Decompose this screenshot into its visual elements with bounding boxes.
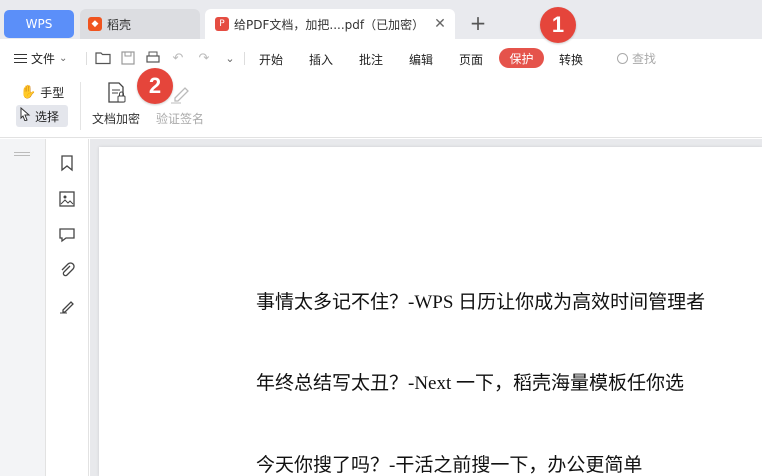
doc-encrypt-icon	[103, 80, 129, 106]
print-icon[interactable]	[145, 50, 161, 66]
divider	[80, 82, 81, 130]
hamburger-icon	[14, 51, 27, 66]
cursor-icon	[20, 106, 31, 125]
pdf-icon: P	[215, 17, 229, 31]
wps-pdf-window: WPS ◆ 稻壳 P 给PDF文档，加把....pdf（已加密） ✕ + 文件 …	[0, 0, 762, 476]
grip-handle-icon[interactable]	[14, 150, 30, 158]
document-encrypt-label: 文档加密	[91, 112, 140, 126]
close-icon[interactable]: ✕	[434, 16, 446, 32]
more-icon[interactable]: ⌄	[222, 50, 238, 66]
folder-open-icon[interactable]	[95, 50, 111, 66]
step-badge-1: 1	[540, 7, 576, 43]
menu-item-annotate[interactable]: 批注	[359, 51, 383, 68]
menu-item-protect[interactable]: 保护	[499, 48, 544, 68]
bookmark-icon[interactable]	[58, 154, 76, 172]
hand-mode-label: 手型	[40, 85, 65, 100]
step-badge-2: 2	[137, 68, 173, 104]
search-icon	[617, 53, 628, 64]
divider	[244, 52, 245, 65]
tab-bar: WPS ◆ 稻壳 P 给PDF文档，加把....pdf（已加密） ✕ +	[0, 0, 762, 39]
menu-row: 文件 ⌄ ↶ ↷ ⌄ 开始 插入 批注 编辑 页面 保护 转换 查找	[0, 39, 762, 76]
select-mode-button[interactable]: 选择	[16, 105, 68, 127]
new-tab-button[interactable]: +	[466, 8, 490, 38]
menu-item-insert[interactable]: 插入	[309, 51, 333, 68]
image-icon[interactable]	[58, 190, 76, 208]
sidebar	[47, 139, 89, 476]
document-line: 年终总结写太丑？-Next 一下，稻壳海量模板任你选	[256, 373, 685, 394]
tab-document[interactable]: P 给PDF文档，加把....pdf（已加密） ✕	[205, 9, 455, 39]
save-icon[interactable]	[120, 50, 136, 66]
search-placeholder: 查找	[632, 52, 657, 66]
document-line: 事情太多记不住？-WPS 日历让你成为高效时间管理者	[256, 292, 706, 313]
tab-daoke-label: 稻壳	[107, 17, 132, 32]
menu-item-edit[interactable]: 编辑	[409, 51, 433, 68]
hand-mode-button[interactable]: ✋ 手型	[16, 81, 68, 103]
file-menu-button[interactable]: 文件 ⌄	[14, 50, 67, 67]
search-box[interactable]: 查找	[617, 50, 656, 67]
file-menu-label: 文件	[31, 52, 56, 66]
menu-item-page[interactable]: 页面	[459, 51, 483, 68]
tab-wps[interactable]: WPS	[4, 10, 74, 38]
redo-icon[interactable]: ↷	[196, 50, 212, 66]
verify-signature-label: 验证签名	[155, 112, 204, 126]
divider	[86, 52, 87, 65]
undo-icon[interactable]: ↶	[170, 50, 186, 66]
menu-item-start[interactable]: 开始	[259, 51, 283, 68]
left-collapse-strip[interactable]	[0, 139, 46, 476]
daoke-icon: ◆	[88, 17, 102, 31]
tab-daoke[interactable]: ◆ 稻壳	[80, 9, 200, 39]
ribbon-toolbar: ✋ 手型 选择 文档加密 验证签名	[0, 76, 762, 138]
document-line: 今天你搜了吗？-干活之前搜一下，办公更简单	[256, 455, 643, 476]
signature-icon[interactable]	[58, 297, 76, 315]
chevron-down-icon: ⌄	[59, 53, 68, 64]
comment-icon[interactable]	[58, 226, 76, 244]
attachment-icon[interactable]	[58, 261, 76, 279]
select-mode-label: 选择	[35, 109, 60, 124]
menu-item-convert[interactable]: 转换	[559, 51, 583, 68]
hand-icon: ✋	[20, 84, 37, 100]
tab-document-label: 给PDF文档，加把....pdf（已加密）	[234, 17, 425, 32]
